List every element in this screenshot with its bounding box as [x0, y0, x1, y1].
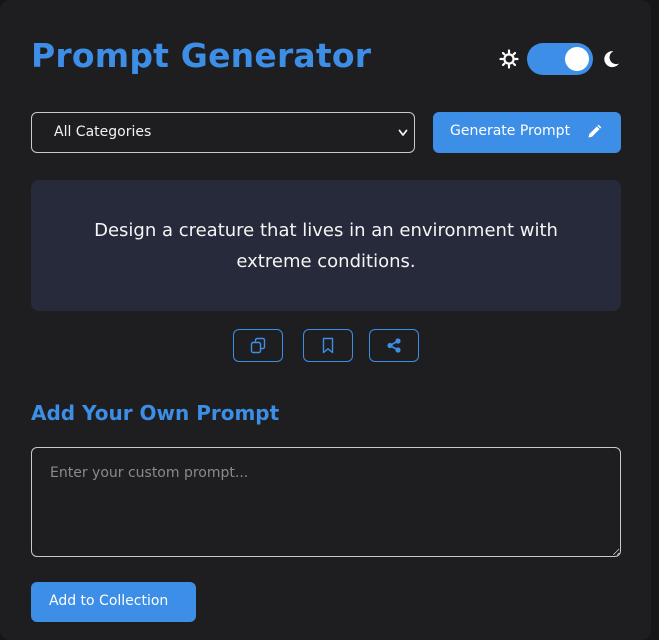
add-to-collection-button[interactable]: Add to Collection: [31, 582, 196, 622]
copy-button[interactable]: [233, 329, 283, 362]
bookmark-icon: [322, 337, 334, 354]
chevron-down-icon: [398, 129, 408, 136]
sun-icon: [499, 49, 519, 69]
theme-switch: [499, 42, 623, 76]
theme-toggle[interactable]: [527, 43, 593, 75]
page-title: Prompt Generator: [31, 36, 372, 75]
custom-prompt-input[interactable]: [31, 447, 621, 557]
generate-prompt-label: Generate Prompt: [450, 123, 571, 139]
toggle-knob: [565, 47, 589, 71]
pencil-icon: [588, 124, 602, 138]
category-select[interactable]: All Categories: [31, 112, 415, 153]
generate-prompt-button[interactable]: Generate Prompt: [433, 112, 621, 153]
bookmark-button[interactable]: [303, 329, 353, 362]
custom-prompt-heading: Add Your Own Prompt: [31, 401, 280, 425]
moon-icon: [604, 51, 619, 68]
category-select-value: All Categories: [54, 124, 152, 140]
add-to-collection-label: Add to Collection: [49, 593, 169, 609]
prompt-generator-card: Prompt Generator All Categories Generate…: [0, 0, 651, 640]
share-icon: [387, 338, 401, 353]
prompt-text: Design a creature that lives in an envir…: [94, 219, 558, 272]
prompt-display: Design a creature that lives in an envir…: [31, 180, 621, 311]
copy-icon: [250, 337, 266, 354]
share-button[interactable]: [369, 329, 419, 362]
